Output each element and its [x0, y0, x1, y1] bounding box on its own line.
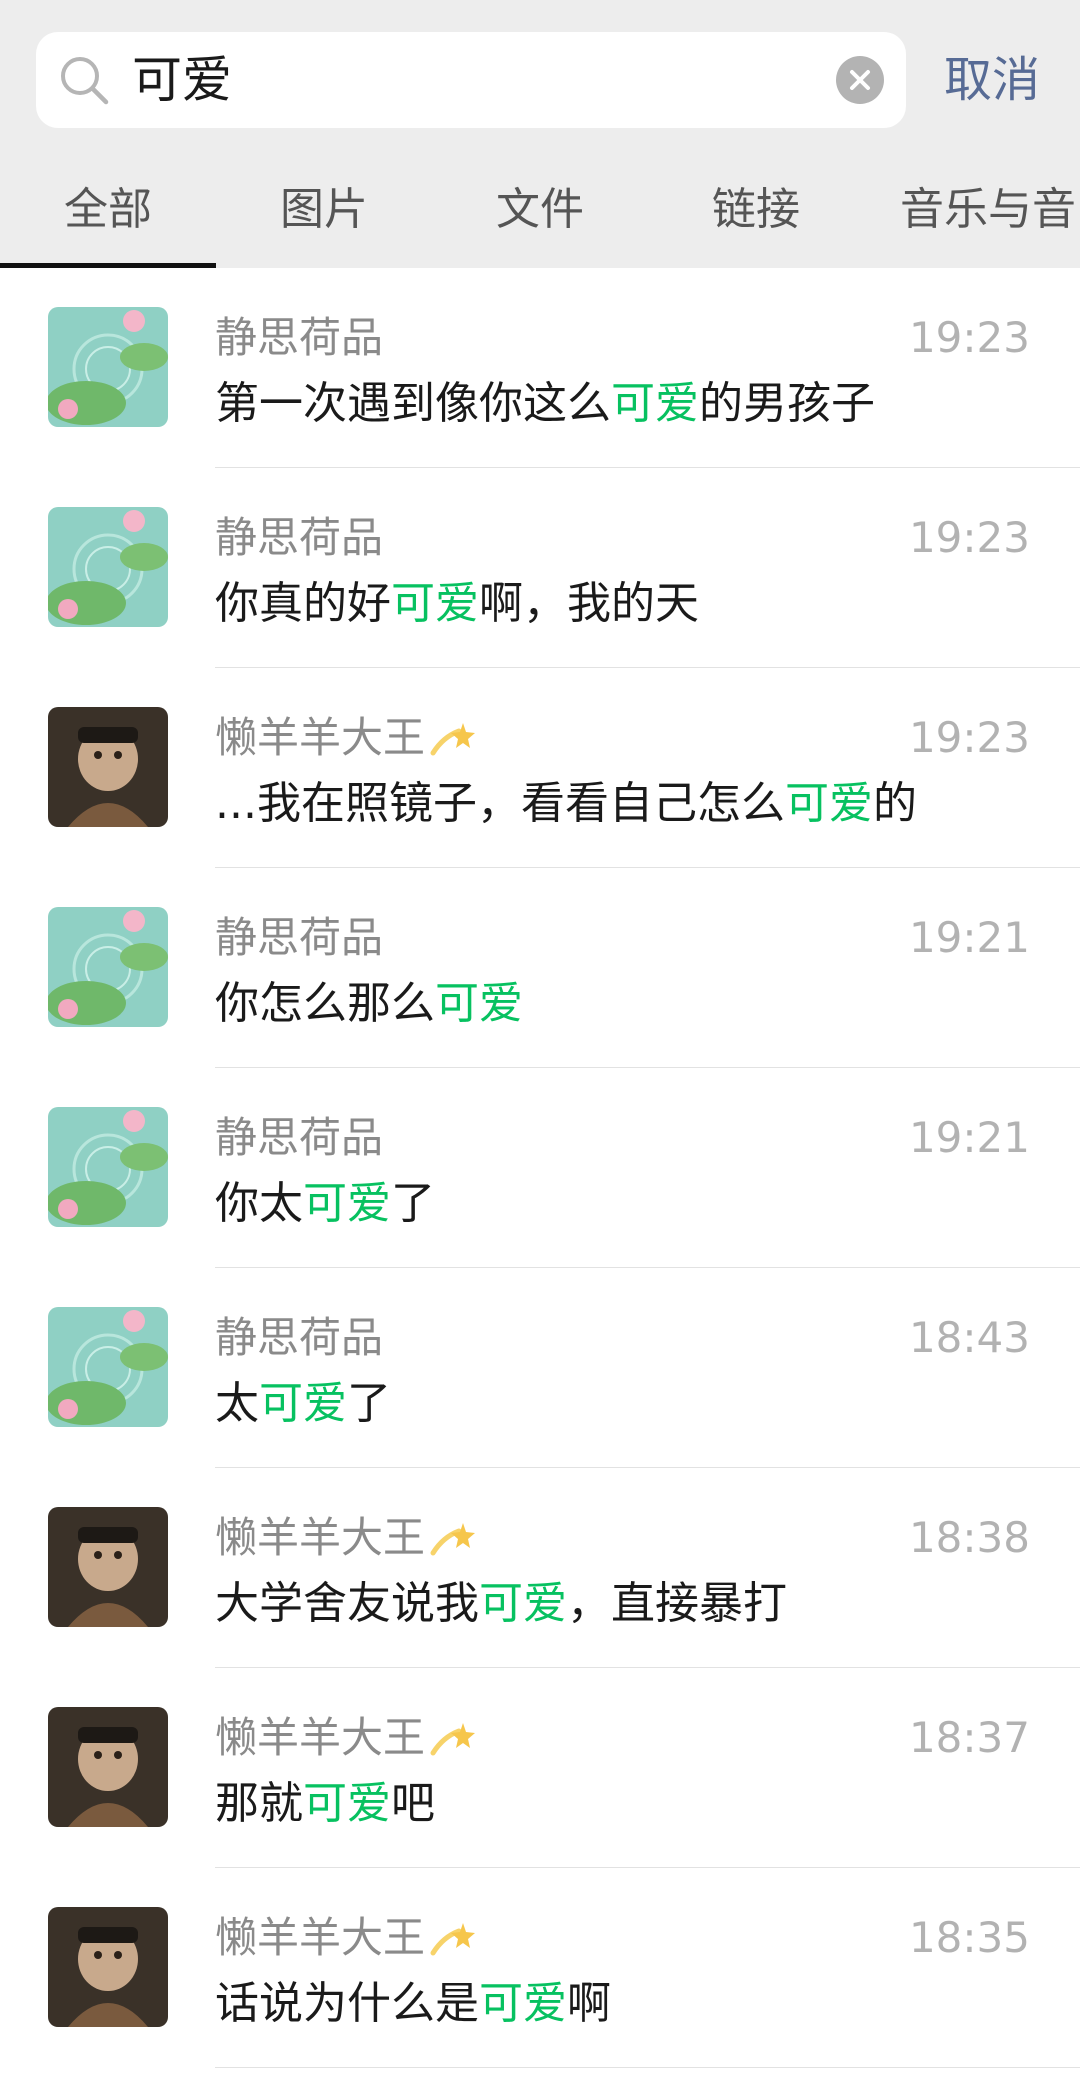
- lotus-avatar: [48, 907, 168, 1027]
- sender-name-text: 懒羊羊大王: [215, 1513, 426, 1562]
- message-time: 19:21: [908, 1113, 1030, 1162]
- sender-name: 懒羊羊大王: [215, 1908, 477, 1968]
- message-snippet: ...我在照镜子，看看自己怎么可爱的: [215, 774, 917, 834]
- result-row[interactable]: 懒羊羊大王 18:38 大学舍友说我可爱，直接暴打: [0, 1468, 1080, 1668]
- snippet-text: 的男孩子: [699, 378, 875, 429]
- message-snippet: 你太可爱了: [215, 1174, 435, 1234]
- sender-name-text: 静思荷品: [215, 313, 384, 362]
- snippet-text: 太: [215, 1378, 259, 1429]
- message-snippet: 话说为什么是可爱啊: [215, 1974, 611, 2034]
- sender-name-text: 静思荷品: [215, 913, 384, 962]
- message-time: 19:23: [908, 313, 1030, 362]
- result-row[interactable]: 静思荷品 18:43 太可爱了: [0, 1268, 1080, 1468]
- snippet-text: 啊: [567, 1978, 611, 2029]
- tab-files[interactable]: 文件: [432, 152, 648, 268]
- sender-name: 静思荷品: [215, 308, 383, 368]
- dizzy-star-icon: [430, 722, 476, 755]
- snippet-text: 大学舍友说我: [215, 1578, 479, 1629]
- lotus-avatar: [48, 307, 168, 427]
- snippet-text: ，直接暴打: [567, 1578, 787, 1629]
- monkey-avatar: [48, 1707, 168, 1827]
- sender-name-text: 懒羊羊大王: [215, 1713, 426, 1762]
- search-input[interactable]: 可爱: [36, 32, 906, 128]
- search-icon: [61, 57, 109, 105]
- snippet-text: ...我在照镜子，看看自己怎么: [215, 778, 785, 829]
- close-icon: [850, 70, 870, 90]
- message-time: 19:23: [908, 713, 1030, 762]
- clear-search-button[interactable]: [836, 56, 884, 104]
- filter-tabs: 全部 图片 文件 链接 音乐与音: [0, 152, 1080, 268]
- sender-name: 懒羊羊大王: [215, 1708, 477, 1768]
- keyword-highlight: 可爱: [303, 1178, 391, 1229]
- snippet-text: 那就: [215, 1778, 303, 1829]
- row-divider: [215, 2067, 1080, 2068]
- keyword-highlight: 可爱: [391, 578, 479, 629]
- snippet-text: 话说为什么是: [215, 1978, 479, 2029]
- keyword-highlight: 可爱: [259, 1378, 347, 1429]
- message-snippet: 大学舍友说我可爱，直接暴打: [215, 1574, 787, 1634]
- message-time: 18:38: [908, 1513, 1030, 1562]
- monkey-avatar: [48, 707, 168, 827]
- snippet-text: 第一次遇到像你这么: [215, 378, 611, 429]
- snippet-text: 了: [347, 1378, 391, 1429]
- monkey-avatar: [48, 1907, 168, 2027]
- message-snippet: 那就可爱吧: [215, 1774, 435, 1834]
- message-time: 18:43: [908, 1313, 1030, 1362]
- keyword-highlight: 可爱: [303, 1778, 391, 1829]
- keyword-highlight: 可爱: [435, 978, 523, 1029]
- tab-links[interactable]: 链接: [648, 152, 864, 268]
- sender-name-text: 静思荷品: [215, 1313, 384, 1362]
- snippet-text: 你怎么那么: [215, 978, 435, 1029]
- result-row[interactable]: 静思荷品 19:23 你真的好可爱啊，我的天: [0, 468, 1080, 668]
- lotus-avatar: [48, 507, 168, 627]
- sender-name: 懒羊羊大王: [215, 708, 477, 768]
- message-time: 18:35: [908, 1913, 1030, 1962]
- sender-name: 懒羊羊大王: [215, 1508, 477, 1568]
- snippet-text: 你太: [215, 1178, 303, 1229]
- cancel-button[interactable]: 取消: [944, 32, 1040, 128]
- snippet-text: 了: [391, 1178, 435, 1229]
- result-row[interactable]: 静思荷品 19:21 你怎么那么可爱: [0, 868, 1080, 1068]
- tab-images[interactable]: 图片: [216, 152, 432, 268]
- search-header: 可爱 取消: [0, 0, 1080, 152]
- sender-name: 静思荷品: [215, 1308, 383, 1368]
- lotus-avatar: [48, 1307, 168, 1427]
- sender-name: 静思荷品: [215, 908, 383, 968]
- sender-name-text: 懒羊羊大王: [215, 713, 426, 762]
- message-snippet: 你真的好可爱啊，我的天: [215, 574, 699, 634]
- lotus-avatar: [48, 1107, 168, 1227]
- message-snippet: 第一次遇到像你这么可爱的男孩子: [215, 374, 875, 434]
- snippet-text: 啊，我的天: [479, 578, 699, 629]
- result-row[interactable]: 懒羊羊大王 18:35 话说为什么是可爱啊: [0, 1868, 1080, 2068]
- keyword-highlight: 可爱: [784, 778, 873, 829]
- sender-name-text: 懒羊羊大王: [215, 1913, 426, 1962]
- tab-music[interactable]: 音乐与音: [900, 152, 1080, 268]
- snippet-text: 你真的好: [215, 578, 391, 629]
- dizzy-star-icon: [430, 1522, 476, 1555]
- message-time: 19:21: [908, 913, 1030, 962]
- message-snippet: 你怎么那么可爱: [215, 974, 523, 1034]
- dizzy-star-icon: [430, 1722, 476, 1755]
- result-row[interactable]: 静思荷品 19:23 第一次遇到像你这么可爱的男孩子: [0, 268, 1080, 468]
- tab-all[interactable]: 全部: [0, 152, 216, 268]
- keyword-highlight: 可爱: [479, 1578, 567, 1629]
- snippet-text: 的: [872, 778, 917, 829]
- monkey-avatar: [48, 1507, 168, 1627]
- sender-name-text: 静思荷品: [215, 513, 384, 562]
- sender-name-text: 静思荷品: [215, 1113, 384, 1162]
- sender-name: 静思荷品: [215, 508, 383, 568]
- keyword-highlight: 可爱: [479, 1978, 567, 2029]
- keyword-highlight: 可爱: [611, 378, 699, 429]
- snippet-text: 吧: [391, 1778, 435, 1829]
- message-time: 19:23: [908, 513, 1030, 562]
- result-row[interactable]: 懒羊羊大王 18:37 那就可爱吧: [0, 1668, 1080, 1868]
- message-time: 18:37: [908, 1713, 1030, 1762]
- sender-name: 静思荷品: [215, 1108, 383, 1168]
- result-row[interactable]: 懒羊羊大王 19:23 ...我在照镜子，看看自己怎么可爱的: [0, 668, 1080, 868]
- result-row[interactable]: 静思荷品 19:21 你太可爱了: [0, 1068, 1080, 1268]
- search-results-list: 静思荷品 19:23 第一次遇到像你这么可爱的男孩子 静思荷品 19:23 你真的好可爱…: [0, 268, 1080, 2068]
- search-query-text[interactable]: 可爱: [132, 32, 232, 128]
- dizzy-star-icon: [430, 1922, 476, 1955]
- message-snippet: 太可爱了: [215, 1374, 391, 1434]
